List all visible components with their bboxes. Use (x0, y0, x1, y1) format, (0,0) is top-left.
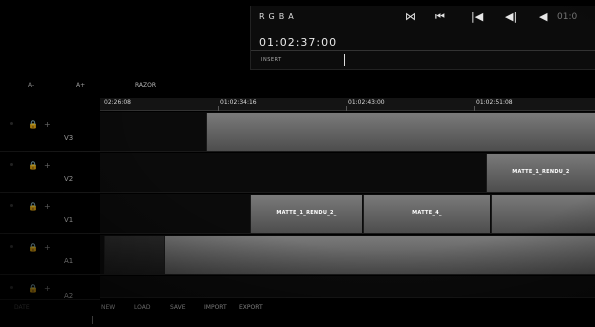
add-icon[interactable]: + (44, 120, 51, 129)
lock-icon[interactable]: 🔒 (28, 161, 38, 170)
track-header-v1: 🔒 + V1 (0, 194, 100, 234)
step-back-icon[interactable]: ◀| (505, 10, 517, 23)
date-label: DATE (14, 304, 30, 311)
timeline-clip[interactable] (104, 236, 164, 274)
track-lane-v1[interactable]: MATTE_1_RENDU_2_ MATTE_4_ (100, 194, 595, 234)
track-header-v3: 🔒 + V3 (0, 112, 100, 152)
ruler-tick-label: 01:02:43:00 (348, 99, 385, 106)
lock-icon[interactable]: 🔒 (28, 202, 38, 211)
status-caret[interactable] (92, 316, 93, 324)
track-select-dot[interactable] (10, 122, 13, 125)
load-button[interactable]: LOAD (134, 304, 150, 311)
viewer-timecode: 01:02:37:00 (259, 36, 338, 49)
play-reverse-icon[interactable]: ◀ (539, 10, 547, 23)
bottom-toolbar: DATE NEW LOAD SAVE IMPORT EXPORT (0, 298, 595, 327)
ruler-tick-label: 01:02:34:16 (220, 99, 257, 106)
previous-frame-icon[interactable]: |◀ (471, 10, 483, 23)
razor-tool-button[interactable]: RAZOR (135, 82, 156, 89)
color-mode-label[interactable]: RGBA (259, 12, 298, 21)
track-name: V2 (64, 175, 74, 183)
clip-label: MATTE_1_RENDU_2_ (276, 210, 337, 216)
add-icon[interactable]: + (44, 284, 51, 293)
timeline-clip[interactable] (206, 113, 595, 151)
track-header-a1: 🔒 + A1 (0, 235, 100, 275)
ruler-tick-label: 02:26:08 (104, 99, 131, 106)
track-lane-a2[interactable] (100, 276, 595, 298)
track-name: V3 (64, 134, 74, 142)
import-button[interactable]: IMPORT (204, 304, 227, 311)
ruler-mark (346, 106, 347, 111)
timeline-clip[interactable] (491, 195, 595, 233)
insert-field-caret[interactable] (344, 54, 345, 66)
timeline-toolbar: A- A+ RAZOR (0, 82, 595, 94)
timeline-clip[interactable]: MATTE_1_RENDU_2 (486, 154, 595, 192)
zoom-in-button[interactable]: A+ (76, 82, 85, 89)
ruler-tick-label: 01:02:51:08 (476, 99, 513, 106)
track-name: V1 (64, 216, 74, 224)
track-select-dot[interactable] (10, 245, 13, 248)
lock-icon[interactable]: 🔒 (28, 243, 38, 252)
viewer-panel: RGBA ⋈ ⏮ |◀ ◀| ◀ 01:0 01:02:37:00 INSERT (250, 6, 595, 70)
timeline-ruler[interactable]: 02:26:08 01:02:34:16 01:02:43:00 01:02:5… (100, 98, 595, 111)
viewer-secondary-timecode: 01:0 (557, 12, 578, 22)
ruler-mark (474, 106, 475, 111)
timeline-clip[interactable] (164, 236, 595, 274)
track-header-a2: 🔒 + A2 (0, 276, 100, 300)
zoom-out-button[interactable]: A- (28, 82, 34, 89)
track-lane-v2[interactable]: MATTE_1_RENDU_2 (100, 153, 595, 193)
timeline-clip[interactable]: MATTE_4_ (363, 195, 490, 233)
add-icon[interactable]: + (44, 243, 51, 252)
lock-icon[interactable]: 🔒 (28, 120, 38, 129)
new-button[interactable]: NEW (101, 304, 115, 311)
insert-label: INSERT (261, 57, 282, 63)
add-icon[interactable]: + (44, 161, 51, 170)
track-name: A1 (64, 257, 74, 265)
track-lane-a1[interactable] (100, 235, 595, 275)
skip-to-start-icon[interactable]: ⏮ (435, 10, 445, 24)
divider (251, 50, 595, 51)
ruler-mark (218, 106, 219, 111)
export-button[interactable]: EXPORT (239, 304, 263, 311)
track-header-v2: 🔒 + V2 (0, 153, 100, 193)
clip-label: MATTE_1_RENDU_2 (512, 169, 570, 175)
track-select-dot[interactable] (10, 204, 13, 207)
add-icon[interactable]: + (44, 202, 51, 211)
track-select-dot[interactable] (10, 163, 13, 166)
lock-icon[interactable]: 🔒 (28, 284, 38, 293)
clip-label: MATTE_4_ (412, 210, 442, 216)
go-to-in-icon[interactable]: ⋈ (405, 10, 416, 23)
track-select-dot[interactable] (10, 286, 13, 289)
track-lane-v3[interactable] (100, 112, 595, 152)
timeline-clip[interactable]: MATTE_1_RENDU_2_ (250, 195, 362, 233)
save-button[interactable]: SAVE (170, 304, 186, 311)
